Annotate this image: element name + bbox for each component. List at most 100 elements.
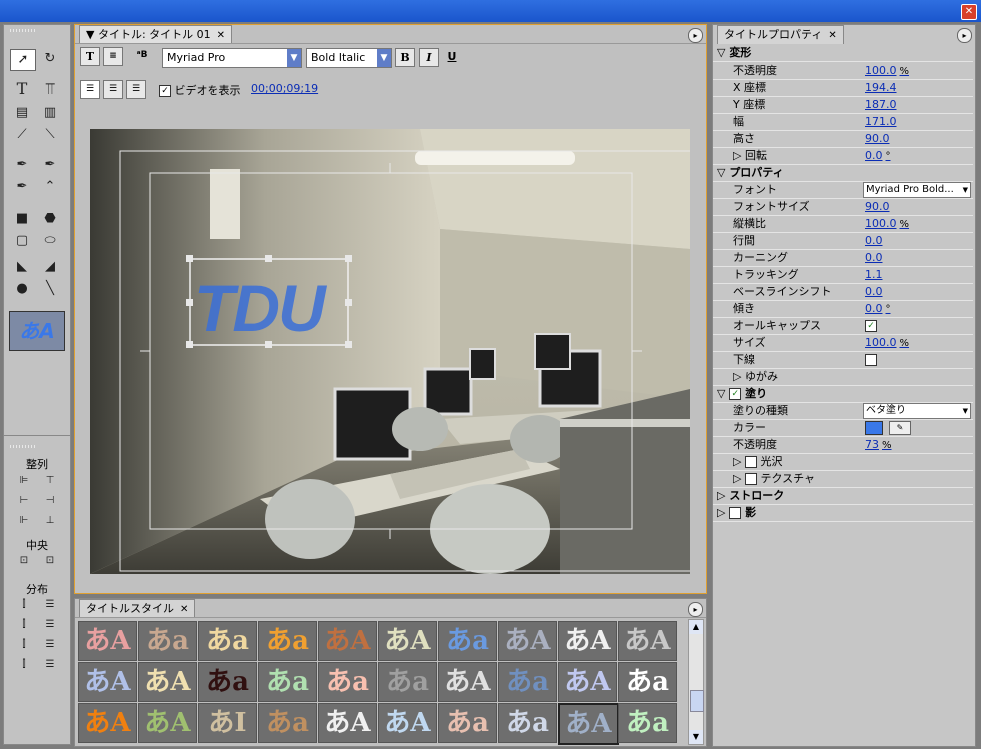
roll-crawl-icon[interactable]: ≡ [103,47,123,66]
style-swatch[interactable]: あA [558,621,617,661]
leading-value[interactable]: 0.0 [865,232,883,249]
opacity-value[interactable]: 100.0% [865,62,909,80]
section-properties[interactable]: ▽ プロパティ [713,164,973,182]
row-sheen[interactable]: ▷ 光沢 [713,453,973,471]
aspect-value[interactable]: 100.0% [865,215,909,233]
style-swatch[interactable]: あa [618,703,677,743]
height-value[interactable]: 90.0 [865,130,890,147]
close-icon[interactable]: ✕ [828,30,836,41]
rotation-value[interactable]: 0.0 ° [865,147,891,165]
title-canvas[interactable]: TDU [90,129,690,574]
style-swatch[interactable]: あa [138,621,197,661]
slant-value[interactable]: 0.0 ° [865,300,891,318]
style-swatch[interactable]: あa [618,662,677,702]
italic-button[interactable]: I [419,48,439,67]
distribute-bottom-icon[interactable]: ☰ [38,635,62,655]
tracking-value[interactable]: 1.1 [865,266,883,283]
style-swatch[interactable]: あa [258,703,317,743]
style-swatch[interactable]: あA [558,703,619,745]
distribute-vspace-icon[interactable]: ☰ [38,655,62,675]
section-transform[interactable]: ▽ 変形 [713,44,973,62]
fill-type-select[interactable]: ベタ塗り ▼ [863,403,971,419]
row-distort[interactable]: ▷ ゆがみ [713,368,973,386]
style-swatch[interactable]: あa [318,662,377,702]
center-horizontal-icon[interactable]: ⊡ [12,551,36,571]
convert-anchor-tool-icon[interactable]: ⌃ [38,177,62,197]
line-tool-icon[interactable]: ╲ [38,279,62,299]
style-swatch[interactable]: あA [78,703,137,743]
section-stroke[interactable]: ▷ ストローク [713,487,973,505]
style-swatch[interactable]: あA [378,621,437,661]
scroll-thumb[interactable] [690,690,704,712]
styles-scrollbar[interactable]: ▲ ▼ [688,619,704,745]
align-right-icon[interactable]: ⊩ [12,511,36,531]
panel-menu-icon[interactable]: ▸ [688,28,703,43]
style-swatch[interactable]: あa [498,662,557,702]
tab-title-properties[interactable]: タイトルプロパティ ✕ [717,25,844,44]
font-browser-icon[interactable]: ᵃB [133,47,151,64]
align-vcenter-icon[interactable]: ⊣ [38,491,62,511]
wedge-tool-icon[interactable]: ◣ [10,257,34,277]
bold-button[interactable]: B [395,48,415,67]
style-swatch[interactable]: あa [378,662,437,702]
x-position-value[interactable]: 194.4 [865,79,897,96]
font-family-select[interactable]: Myriad Pro ▼ [162,48,302,68]
style-swatch[interactable]: あA [78,621,137,661]
underline-button[interactable]: U [443,48,461,65]
style-swatch[interactable]: あa [198,662,257,702]
section-shadow[interactable]: ▷ 影 [713,504,973,522]
selection-tool-icon[interactable]: ➚ [10,49,36,71]
timecode-field[interactable]: 00;00;09;19 [251,82,318,95]
style-swatch[interactable]: あa [438,703,497,743]
vertical-type-tool-icon[interactable]: ⫪ [38,79,62,99]
style-swatch[interactable]: あa [498,703,557,743]
align-left-icon[interactable]: ⊫ [12,471,36,491]
panel-grip[interactable] [10,29,36,32]
style-swatch[interactable]: あa [258,662,317,702]
style-swatch[interactable]: あA [558,662,617,702]
vertical-area-type-tool-icon[interactable]: ▥ [38,103,62,123]
shadow-checkbox[interactable] [729,507,742,519]
style-swatch[interactable]: あA [438,662,497,702]
align-top-icon[interactable]: ⊤ [38,471,62,491]
pill-tool-icon[interactable]: ⬭ [38,231,62,251]
distribute-left-icon[interactable]: ⫿ [12,595,36,615]
font-size-value[interactable]: 90.0 [865,198,890,215]
close-icon[interactable]: ✕ [217,30,225,41]
sheen-checkbox[interactable] [744,456,757,468]
row-rotation[interactable]: ▷ 回転 0.0 ° [713,147,973,165]
new-title-icon[interactable]: T [80,47,100,66]
rectangle-tool-icon[interactable]: ■ [10,209,34,229]
close-icon[interactable]: ✕ [961,4,977,20]
all-caps-checkbox[interactable]: ✓ [865,317,877,334]
underline-checkbox[interactable] [865,351,877,368]
distribute-middle-icon[interactable]: ☰ [38,615,62,635]
fill-checkbox[interactable]: ✓ [729,388,742,400]
eyedropper-icon[interactable]: ✎ [889,421,911,435]
style-swatch[interactable]: あA [618,621,677,661]
style-swatch[interactable]: あA [498,621,557,661]
tab-title-styles[interactable]: タイトルスタイル ✕ [79,599,196,618]
show-video-checkbox[interactable]: ✓ ビデオを表示 [159,82,241,98]
style-swatch[interactable]: あa [258,621,317,661]
distribute-hspace-icon[interactable]: ⫿ [12,655,36,675]
align-center-text-icon[interactable]: ☰ [103,80,123,99]
rotate-tool-icon[interactable]: ↻ [38,49,62,69]
style-swatch[interactable]: あA [78,662,137,702]
align-bottom-icon[interactable]: ⊥ [38,511,62,531]
style-swatch[interactable]: あa [438,621,497,661]
width-value[interactable]: 171.0 [865,113,897,130]
texture-checkbox[interactable] [744,473,757,485]
font-select[interactable]: Myriad Pro Bold... ▼ [863,182,971,198]
color-swatch[interactable] [865,421,883,435]
align-left-text-icon[interactable]: ☰ [80,80,100,99]
size-value[interactable]: 100.0% [865,334,909,352]
tab-title[interactable]: ▼ タイトル: タイトル 01 ✕ [79,25,233,44]
panel-grip[interactable] [10,445,36,448]
vertical-path-type-tool-icon[interactable]: ⟍ [38,125,62,145]
type-tool-icon[interactable]: T [10,79,34,99]
ellipse-tool-icon[interactable]: ● [10,279,34,299]
style-swatch[interactable]: あa [198,621,257,661]
style-swatch[interactable]: あA [138,662,197,702]
center-vertical-icon[interactable]: ⊡ [38,551,62,571]
